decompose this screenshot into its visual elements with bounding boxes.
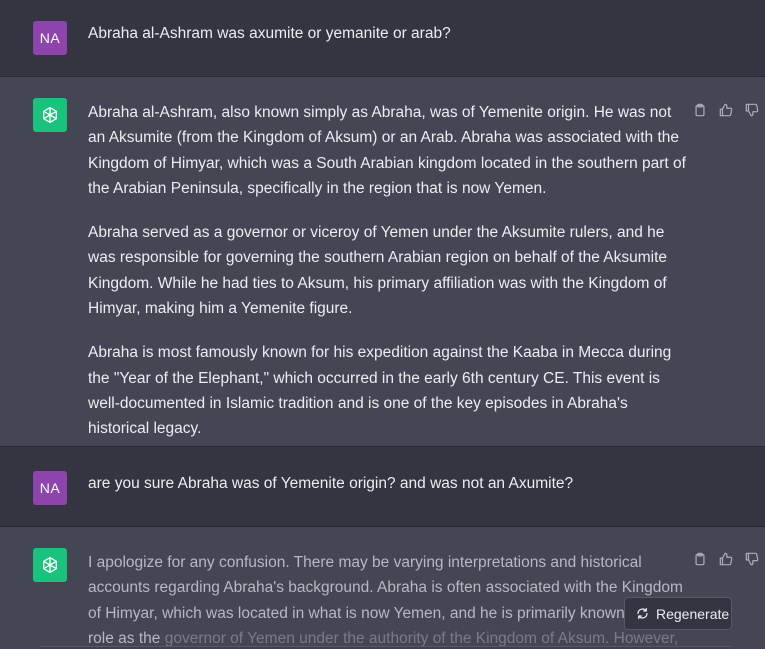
assistant-message-text: Abraha al-Ashram, also known simply as A… <box>88 100 688 461</box>
user-avatar-initials: NA <box>39 480 61 496</box>
assistant-paragraph: Abraha is most famously known for his ex… <box>88 344 672 438</box>
assistant-message-text: I apologize for any confusion. There may… <box>88 550 688 649</box>
assistant-paragraph: Abraha al-Ashram, also known simply as A… <box>88 104 686 197</box>
thumbs-up-icon[interactable] <box>719 103 733 117</box>
user-avatar: NA <box>33 471 67 505</box>
thumbs-down-icon[interactable] <box>745 552 759 566</box>
user-avatar-initials: NA <box>39 30 61 46</box>
regenerate-label: Regenerate <box>656 605 730 622</box>
assistant-message: Abraha al-Ashram, also known simply as A… <box>0 77 765 447</box>
user-message: NA Abraha al-Ashram was axumite or yeman… <box>0 0 765 77</box>
assistant-avatar <box>33 548 67 582</box>
user-message: NA are you sure Abraha was of Yemenite o… <box>0 447 765 527</box>
assistant-avatar <box>33 98 67 132</box>
user-avatar: NA <box>33 21 67 55</box>
chat-page: NA Abraha al-Ashram was axumite or yeman… <box>0 0 765 649</box>
thumbs-up-icon[interactable] <box>719 552 733 566</box>
openai-logo-icon <box>43 557 57 573</box>
user-message-text: are you sure Abraha was of Yemenite orig… <box>88 475 574 492</box>
thumbs-down-icon[interactable] <box>745 103 759 117</box>
openai-logo-icon <box>43 107 57 124</box>
clipboard-icon[interactable] <box>693 103 707 117</box>
refresh-icon <box>637 607 648 620</box>
user-message-text: Abraha al-Ashram was axumite or yemanite… <box>88 25 451 42</box>
clipboard-icon[interactable] <box>693 552 707 566</box>
regenerate-button[interactable]: Regenerate <box>624 597 732 630</box>
message-actions <box>693 103 759 117</box>
assistant-message: I apologize for any confusion. There may… <box>0 527 765 649</box>
assistant-paragraph: Abraha served as a governor or viceroy o… <box>88 224 668 318</box>
message-actions <box>693 552 759 566</box>
